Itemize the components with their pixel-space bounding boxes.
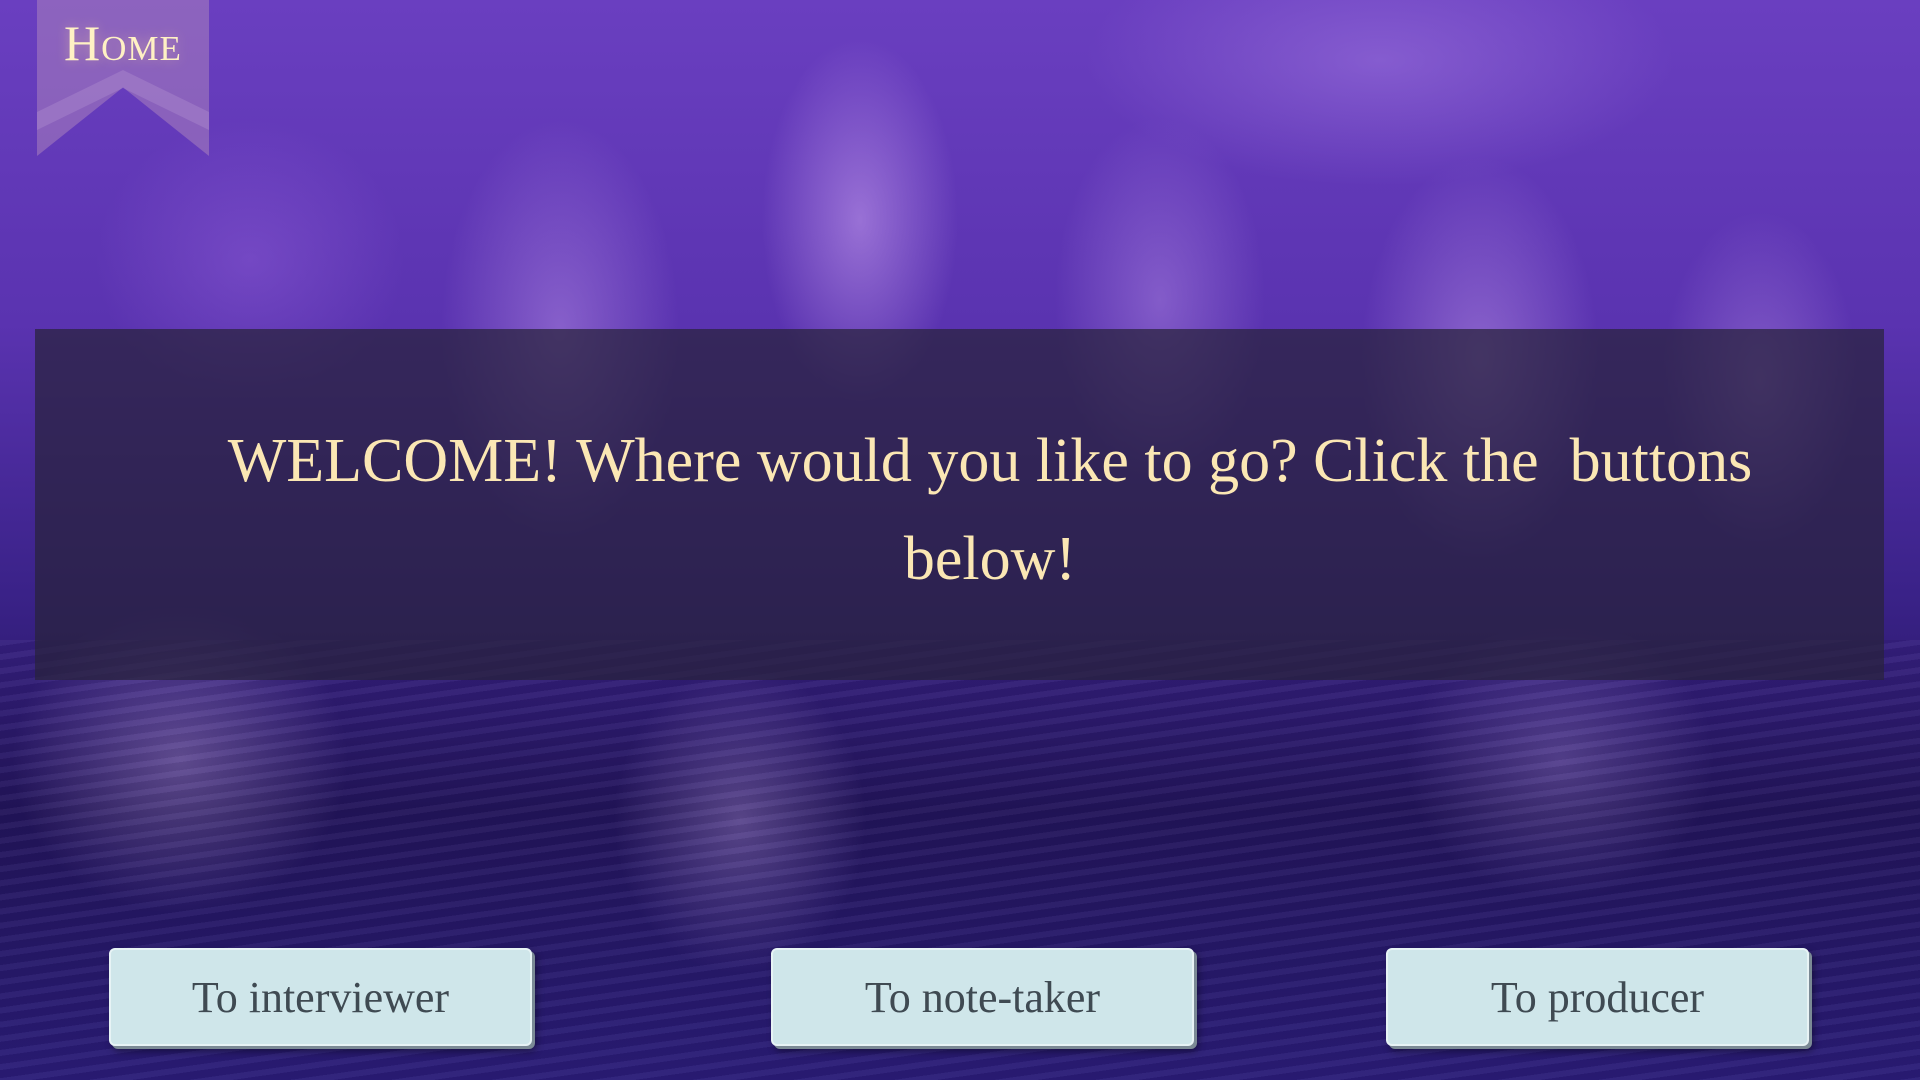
to-producer-button[interactable]: To producer bbox=[1386, 948, 1809, 1046]
welcome-message: WELCOME! Where would you like to go? Cli… bbox=[227, 427, 1768, 593]
to-interviewer-button[interactable]: To interviewer bbox=[109, 948, 532, 1046]
page-title: Home bbox=[64, 15, 182, 71]
to-note-taker-button[interactable]: To note-taker bbox=[771, 948, 1194, 1046]
